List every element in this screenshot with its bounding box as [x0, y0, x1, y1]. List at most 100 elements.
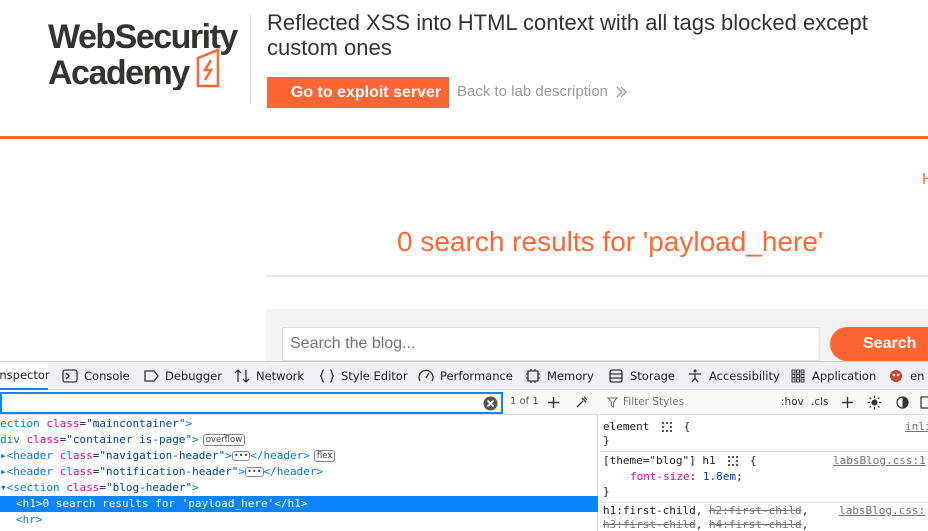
rule-separator	[599, 451, 928, 452]
grid-highlight-icon[interactable]	[661, 422, 672, 432]
lab-title: Reflected XSS into HTML context with all…	[267, 10, 868, 60]
console-icon	[62, 369, 78, 383]
search-input[interactable]	[282, 327, 820, 361]
tab-label: Application	[812, 369, 877, 383]
hov-toggle[interactable]: :hov	[781, 396, 804, 408]
print-media-icon[interactable]	[920, 396, 928, 409]
style-editor-icon	[319, 369, 335, 383]
attr-name: class	[59, 449, 93, 462]
h1-text: 0 search results for 'payload_here'	[42, 497, 275, 510]
rule-selector-part: h2:first-child	[708, 504, 802, 517]
accessibility-icon	[689, 369, 701, 383]
tab-application[interactable]: Application	[790, 362, 876, 390]
tab-console[interactable]: Console	[62, 362, 130, 390]
double-chevron-right-icon	[616, 86, 627, 97]
element-rule-source[interactable]: inli	[905, 420, 928, 433]
markup-line-navigation-header[interactable]: ▸<header class="navigation-header"> ••• </…	[0, 448, 598, 464]
tab-style-editor[interactable]: Style Editor	[319, 362, 408, 390]
first-child-rule-selector[interactable]: h1:first-child, h2:first-child,	[603, 504, 808, 518]
eyedropper-icon[interactable]	[575, 396, 588, 409]
devtools-tab-bar: Inspector Console Debugger Network Style…	[0, 362, 928, 390]
memory-icon	[526, 369, 540, 383]
devtools-panel: Inspector Console Debugger Network Style…	[0, 361, 928, 531]
back-link-label: Back to lab description	[457, 83, 608, 100]
property-name: font-size	[630, 470, 690, 483]
tab-extension[interactable]: en	[888, 362, 924, 390]
tab-label: Debugger	[165, 369, 222, 383]
tab-accessibility[interactable]: Accessibility	[687, 362, 780, 390]
attr-name: class	[46, 417, 80, 430]
add-node-icon[interactable]	[547, 396, 560, 409]
storage-icon	[609, 369, 623, 383]
horizontal-rule	[266, 275, 928, 277]
tab-inspector[interactable]: Inspector	[0, 362, 50, 390]
dark-theme-icon[interactable]	[896, 396, 909, 409]
collapsed-content-icon[interactable]: •••	[231, 451, 251, 461]
tab-label: Accessibility	[709, 369, 780, 383]
rule-selector-part: h4:first-child	[708, 518, 802, 531]
web-security-academy-logo[interactable]: WebSecurity Academy	[48, 14, 248, 90]
tab-label: Memory	[547, 369, 594, 383]
search-button[interactable]: Search	[830, 327, 928, 361]
markup-line-h1-selected[interactable]: <h1>0 search results for 'payload_here'<…	[0, 496, 598, 512]
markup-line-section[interactable]: ection class="maincontainer">	[0, 416, 598, 432]
h1-rule-selector[interactable]: [theme="blog"] h1 {	[603, 454, 756, 468]
attr-name: class	[26, 433, 60, 446]
filter-icon	[607, 397, 618, 408]
tab-network[interactable]: Network	[234, 362, 304, 390]
element-rule-selector[interactable]: element {	[603, 420, 690, 434]
markup-line-hr[interactable]: <hr>	[0, 512, 598, 528]
attr-name: class	[66, 481, 100, 494]
back-to-lab-description-link[interactable]: Back to lab description	[457, 83, 628, 100]
tab-label: Performance	[440, 369, 513, 383]
go-to-exploit-server-button[interactable]: Go to exploit server	[267, 77, 449, 108]
property-value: 1.8em	[702, 470, 736, 483]
light-theme-icon[interactable]	[867, 395, 882, 410]
font-size-declaration[interactable]: font-size: 1.8em;	[630, 470, 743, 484]
attr-value: "navigation-header"	[99, 449, 226, 462]
h1-rule-source[interactable]: labsBlog.css:1	[833, 454, 926, 467]
tab-label: en	[910, 369, 925, 383]
extension-icon	[890, 370, 902, 382]
search-panel: Search	[266, 309, 928, 369]
flex-badge[interactable]: flex	[313, 450, 336, 462]
tab-label: Style Editor	[341, 369, 408, 383]
attr-value: "blog-header"	[105, 481, 193, 494]
network-icon	[234, 369, 250, 383]
tab-label: Network	[256, 369, 305, 383]
tab-storage[interactable]: Storage	[608, 362, 675, 390]
attr-name: class	[59, 465, 93, 478]
first-child-rule-selector-line2[interactable]: h3:first-child, h4:first-child,	[603, 518, 808, 531]
grid-highlight-icon[interactable]	[728, 456, 739, 466]
debugger-icon	[144, 370, 159, 382]
markup-line-notification-header[interactable]: ▸<header class="notification-header"> •••…	[0, 464, 598, 480]
html-search-input[interactable]	[0, 392, 503, 414]
logo-divider	[250, 15, 251, 103]
svg-text:WebSecurity: WebSecurity	[48, 18, 238, 56]
application-icon	[791, 369, 805, 383]
rule-selector-part: h3:first-child	[603, 518, 696, 531]
tab-label: Inspector	[0, 368, 50, 382]
overflow-badge[interactable]: overflow	[202, 434, 246, 446]
home-link[interactable]: H	[922, 171, 928, 189]
search-match-count: 1 of 1	[510, 396, 539, 407]
first-child-rule-source[interactable]: labsBlog.css:	[839, 504, 925, 517]
clear-search-icon[interactable]	[483, 396, 498, 411]
attr-value: "notification-header"	[99, 465, 239, 478]
tab-label: Console	[84, 369, 130, 383]
attr-value: "container is-page"	[66, 433, 193, 446]
tab-debugger[interactable]: Debugger	[143, 362, 222, 390]
add-rule-icon[interactable]	[841, 396, 854, 409]
rule-selector: [theme="blog"] h1	[603, 454, 716, 467]
h1-rule-close: }	[603, 485, 610, 498]
element-selector: element	[603, 420, 650, 433]
search-results-heading-text: 0 search results for 'payload_here'	[397, 226, 824, 257]
markup-line-blog-header[interactable]: ▾<section class="blog-header">	[0, 480, 598, 496]
markup-line-div[interactable]: div class="container is-page"> overflow	[0, 432, 598, 448]
tab-memory[interactable]: Memory	[525, 362, 594, 390]
tab-performance[interactable]: Performance	[418, 362, 513, 390]
filter-styles-input[interactable]: Filter Styles	[607, 396, 684, 408]
collapsed-content-icon[interactable]: •••	[245, 467, 264, 477]
markup-view: 1 of 1 ection class="maincontainer"> div…	[0, 391, 598, 531]
cls-toggle[interactable]: .cls	[811, 396, 829, 408]
